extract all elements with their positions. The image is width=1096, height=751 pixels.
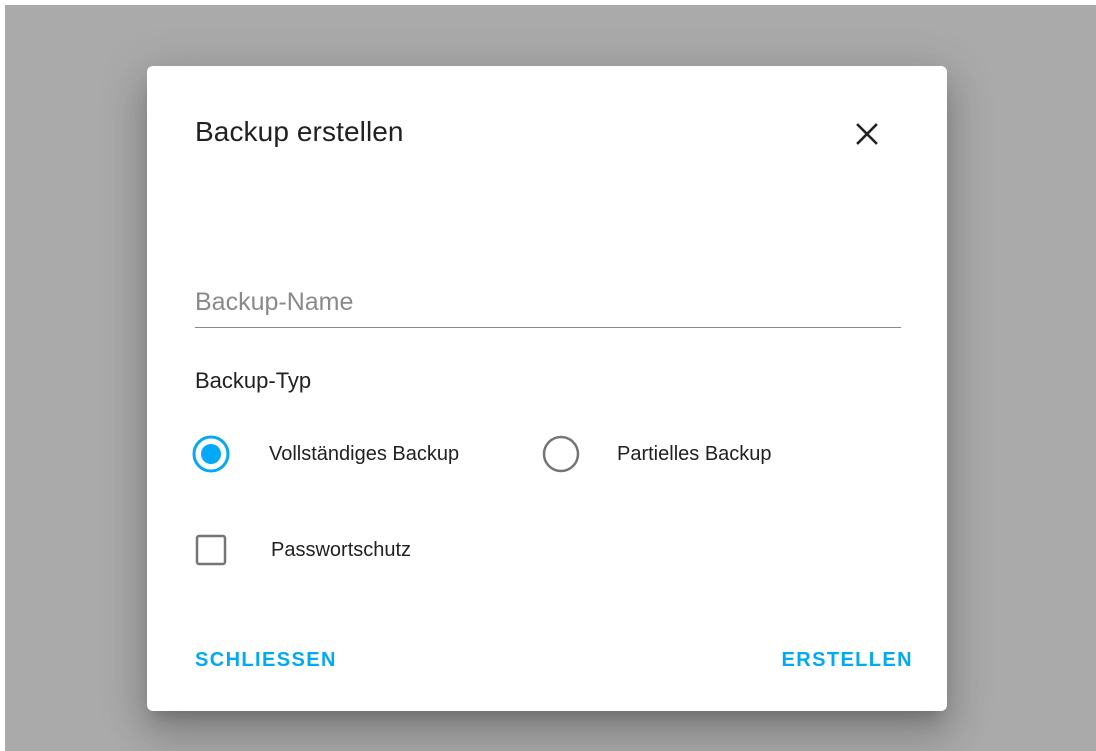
checkbox-unchecked-icon[interactable] — [195, 534, 227, 566]
radio-option-partial-backup[interactable]: Partielles Backup — [541, 430, 772, 478]
radio-label-partial-backup: Partielles Backup — [617, 442, 772, 465]
password-protection-label: Passwortschutz — [271, 538, 412, 561]
backup-type-label: Backup-Typ — [195, 368, 312, 393]
close-dialog-button[interactable] — [845, 112, 889, 156]
radio-option-full-backup[interactable]: Vollständiges Backup — [191, 430, 459, 478]
backup-name-input[interactable] — [195, 278, 901, 328]
close-button[interactable]: SCHLIESSEN — [195, 640, 337, 680]
backup-name-field — [195, 278, 901, 330]
radio-selected-icon[interactable] — [191, 434, 231, 474]
create-button[interactable]: ERSTELLEN — [782, 640, 914, 680]
password-protection-checkbox[interactable]: Passwortschutz — [195, 528, 411, 572]
radio-unselected-icon[interactable] — [541, 434, 581, 474]
radio-label-full-backup: Vollständiges Backup — [269, 442, 460, 465]
close-icon — [856, 123, 878, 145]
dialog-title: Backup erstellen — [195, 116, 404, 147]
create-backup-dialog: Backup erstellen Backup-Typ Vollständige… — [147, 66, 947, 711]
